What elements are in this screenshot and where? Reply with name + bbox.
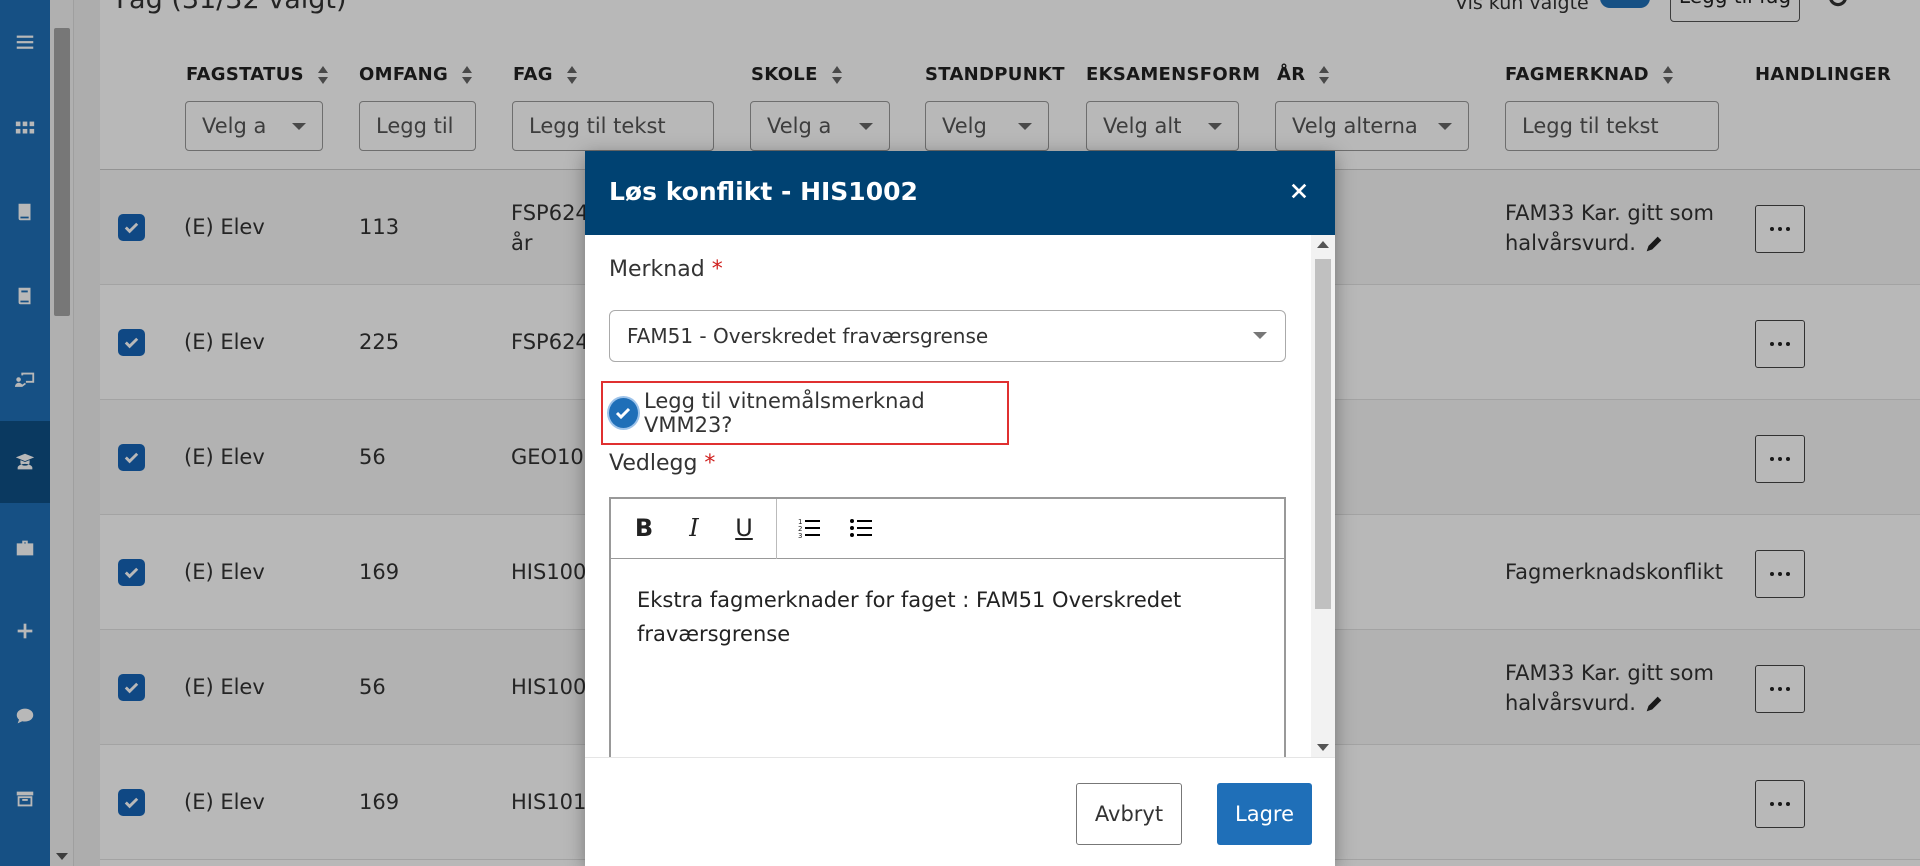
vmm-checkbox-label[interactable]: Legg til vitnemålsmerknad VMM23? [644, 389, 1007, 437]
dialog-title: Løs konflikt - HIS1002 [609, 177, 918, 206]
cancel-button[interactable]: Avbryt [1076, 783, 1182, 845]
vmm-checkbox-row: Legg til vitnemålsmerknad VMM23? [601, 381, 1009, 445]
dialog-body: Merknad * FAM51 - Overskredet fraværsgre… [585, 235, 1335, 757]
editor-toolbar: B I U 123 [611, 499, 1284, 559]
bold-icon[interactable]: B [629, 513, 659, 543]
toolbar-divider [776, 499, 777, 559]
dialog-scrollbar-thumb[interactable] [1315, 259, 1331, 609]
ordered-list-icon[interactable]: 123 [794, 513, 824, 543]
dialog-header: Løs konflikt - HIS1002 [585, 151, 1335, 235]
close-icon[interactable] [1285, 177, 1313, 205]
merknad-select[interactable]: FAM51 - Overskredet fraværsgrense [609, 310, 1286, 362]
merknad-label: Merknad * [609, 257, 723, 282]
save-button[interactable]: Lagre [1217, 783, 1312, 845]
rich-text-editor: B I U 123 Ekstra fagmerknader for faget … [609, 497, 1286, 757]
editor-content[interactable]: Ekstra fagmerknader for faget : FAM51 Ov… [637, 583, 1257, 651]
dialog-footer: Avbryt Lagre [585, 757, 1335, 866]
scroll-up-arrow-icon[interactable] [1317, 241, 1329, 248]
resolve-conflict-dialog: Løs konflikt - HIS1002 Merknad * FAM51 -… [585, 151, 1335, 866]
scroll-down-arrow-icon[interactable] [1317, 744, 1329, 751]
bullet-list-icon[interactable] [846, 513, 876, 543]
chevron-down-icon [1253, 332, 1267, 339]
vedlegg-label: Vedlegg * [609, 451, 716, 476]
underline-icon[interactable]: U [729, 513, 759, 543]
italic-icon[interactable]: I [679, 513, 709, 543]
vmm-checkbox[interactable] [609, 398, 638, 428]
dialog-scrollbar[interactable] [1311, 235, 1335, 757]
svg-text:3: 3 [798, 532, 802, 540]
check-icon [616, 407, 631, 420]
